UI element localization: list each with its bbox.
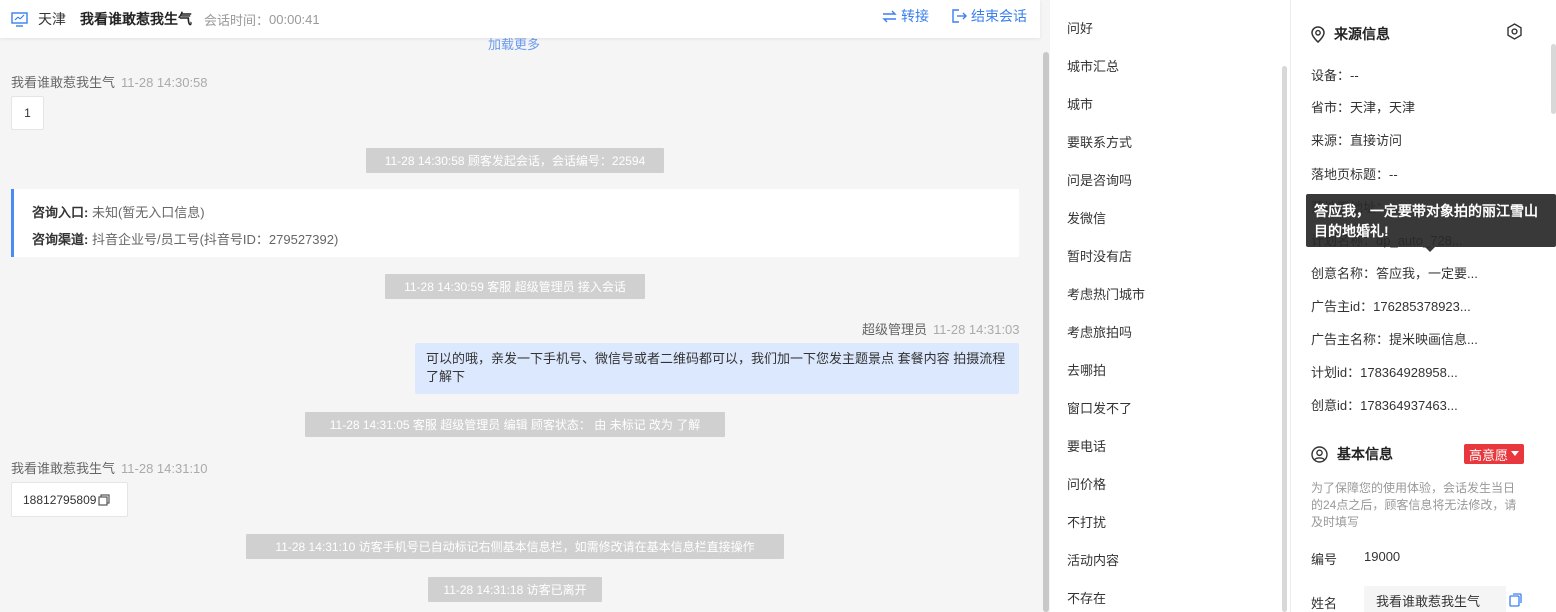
info-scrollbar[interactable] <box>1551 44 1556 114</box>
quick-reply-item[interactable]: 暂时没有店 <box>1067 246 1132 265</box>
source-field: 设备：-- <box>1311 68 1359 83</box>
source-field: 广告主名称：提米映画信息... <box>1311 332 1478 347</box>
number-label: 编号 <box>1311 552 1338 567</box>
exit-icon <box>952 9 967 23</box>
user-circle-icon <box>1311 445 1328 463</box>
transfer-label: 转接 <box>901 8 929 24</box>
quick-reply-item[interactable]: 考虑旅拍吗 <box>1067 322 1132 341</box>
quick-reply-item[interactable]: 不打扰 <box>1067 512 1106 531</box>
copy-icon[interactable] <box>1509 593 1522 607</box>
quick-reply-item[interactable]: 考虑热门城市 <box>1067 284 1145 303</box>
copy-icon[interactable] <box>98 493 111 506</box>
system-message: 11-28 14:30:58 顾客发起会话，会话编号：22594 <box>366 148 664 173</box>
session-duration-value: 00:00:41 <box>269 11 320 27</box>
system-message: 11-28 14:31:10 访客手机号已自动标记右侧基本信息栏，如需修改请在基… <box>246 534 784 559</box>
quick-reply-panel: 问好城市汇总城市要联系方式问是咨询吗发微信暂时没有店考虑热门城市 考虑旅拍吗去哪拍… <box>1050 0 1290 612</box>
message-sender: 我看谁敢惹我生气 11-28 14:31:10 <box>11 458 208 477</box>
source-field: 来源：直接访问 <box>1311 133 1403 148</box>
message-sender: 超级管理员 11-28 14:31:03 <box>862 319 1020 338</box>
quick-reply-item[interactable]: 要联系方式 <box>1067 132 1132 151</box>
basic-info-title: 基本信息 <box>1311 444 1393 464</box>
system-message: 11-28 14:30:59 客服 超级管理员 接入会话 <box>385 274 645 299</box>
entry-value: 未知(暂无入口信息) <box>91 205 205 220</box>
entry-label: 咨询入口: <box>32 205 89 220</box>
quick-reply-item[interactable]: 城市汇总 <box>1067 56 1119 75</box>
chat-panel: 天津 我看谁敢惹我生气 会话时间： 00:00:41 转接 结束会话 加载更多 … <box>0 0 1049 612</box>
visitor-info-panel: 来源信息 设备：--省市：天津，天津来源：直接访问落地页标题：--落地页地址：-… <box>1291 0 1556 612</box>
quick-reply-item[interactable]: 窗口发不了 <box>1067 398 1132 417</box>
system-message: 11-28 14:31:05 客服 超级管理员 编辑 顾客状态： 由 未标记 改… <box>305 412 725 437</box>
quick-reply-item[interactable]: 发微信 <box>1067 208 1106 227</box>
quick-reply-item[interactable]: 活动内容 <box>1067 550 1119 569</box>
sender-name: 超级管理员 <box>862 322 928 337</box>
visitor-city: 天津 <box>38 11 66 27</box>
intent-label: 高意愿 <box>1468 447 1508 463</box>
quick-reply-item[interactable]: 不存在 <box>1067 588 1106 607</box>
chat-header: 天津 我看谁敢惹我生气 会话时间： 00:00:41 转接 结束会话 <box>0 0 1040 38</box>
entry-info-card: 咨询入口: 未知(暂无入口信息) 咨询渠道: 抖音企业号/员工号(抖音号ID：2… <box>11 189 1019 257</box>
transfer-button[interactable]: 转接 <box>882 0 929 32</box>
sender-name: 我看谁敢惹我生气 <box>11 461 116 476</box>
source-field: 广告主id：176285378923... <box>1311 299 1471 314</box>
quick-reply-scrollbar[interactable] <box>1282 66 1287 612</box>
chat-scrollbar[interactable] <box>1043 52 1049 612</box>
message-time: 11-28 14:31:10 <box>121 461 208 476</box>
message-time: 11-28 14:31:03 <box>933 322 1020 337</box>
source-field: 创意id：178364937463... <box>1311 398 1458 413</box>
intent-dropdown[interactable]: 高意愿 <box>1464 444 1524 464</box>
message-text: 1 <box>24 106 31 120</box>
agent-message-bubble: 可以的哦，亲发一下手机号、微信号或者二维码都可以，我们加一下您发主题景点 套餐内… <box>415 343 1019 394</box>
source-info-title: 来源信息 <box>1311 24 1390 44</box>
desktop-icon <box>11 11 28 27</box>
source-field: 落地页标题：-- <box>1311 167 1398 182</box>
location-pin-icon <box>1311 25 1325 43</box>
message-sender: 我看谁敢惹我生气 11-28 14:30:58 <box>11 72 208 91</box>
transfer-icon <box>882 10 897 22</box>
channel-label: 咨询渠道: <box>32 232 89 247</box>
quick-reply-item[interactable]: 问价格 <box>1067 474 1106 493</box>
quick-reply-item[interactable]: 城市 <box>1067 94 1093 113</box>
number-value: 19000 <box>1364 549 1401 564</box>
source-field: 省市：天津，天津 <box>1311 100 1416 115</box>
sender-name: 我看谁敢惹我生气 <box>11 75 116 90</box>
edit-deadline-note: 为了保障您的使用体验，会话发生当日的24点之后，顾客信息将无法修改，请及时填写 <box>1311 481 1517 529</box>
quick-reply-item[interactable]: 要电话 <box>1067 436 1106 455</box>
session-duration-label: 会话时间： <box>204 12 270 28</box>
source-info-label: 来源信息 <box>1334 26 1390 42</box>
visitor-message-bubble: 18812795809 <box>11 482 128 517</box>
quick-reply-item[interactable]: 问好 <box>1067 18 1093 37</box>
source-field: 计划id：178364928958... <box>1311 365 1458 380</box>
end-session-button[interactable]: 结束会话 <box>952 0 1027 32</box>
name-input[interactable] <box>1364 586 1506 612</box>
message-text: 18812795809 <box>23 492 97 507</box>
tooltip-arrow <box>1425 247 1435 252</box>
basic-info-label: 基本信息 <box>1337 446 1393 462</box>
caret-down-icon <box>1511 451 1519 456</box>
message-text: 可以的哦，亲发一下手机号、微信号或者二维码都可以，我们加一下您发主题景点 套餐内… <box>426 351 1006 384</box>
creative-name-tooltip: 答应我，一定要带对象拍的丽江雪山目的地婚礼! <box>1306 194 1556 247</box>
source-field: 创意名称：答应我，一定要... <box>1311 266 1478 281</box>
system-message: 11-28 14:31:18 访客已离开 <box>428 577 602 602</box>
quick-reply-item[interactable]: 去哪拍 <box>1067 360 1106 379</box>
end-session-label: 结束会话 <box>971 8 1027 24</box>
message-time: 11-28 14:30:58 <box>121 75 208 90</box>
quick-reply-item[interactable]: 问是咨询吗 <box>1067 170 1132 189</box>
name-label: 姓名 <box>1311 596 1338 611</box>
visitor-name: 我看谁敢惹我生气 <box>80 11 192 27</box>
visitor-message-bubble: 1 <box>11 96 44 130</box>
settings-icon[interactable] <box>1506 23 1523 40</box>
channel-value: 抖音企业号/员工号(抖音号ID：279527392) <box>91 232 339 247</box>
